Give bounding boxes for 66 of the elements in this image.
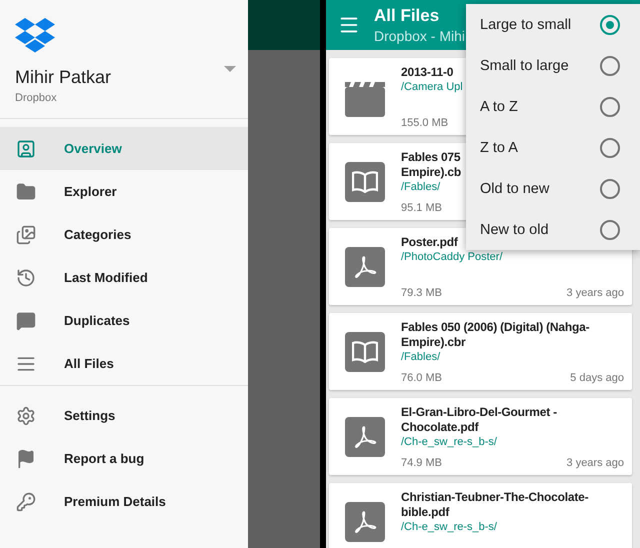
- file-size: 74.9 MB: [401, 457, 442, 469]
- file-card[interactable]: El-Gran-Libro-Del-Gourmet - Chocolate.pdf /Ch-e_sw_re-s_b-s/ 74.9 MB 3 years ago: [329, 398, 632, 475]
- box-logo-icon: [15, 18, 55, 54]
- images-icon: [16, 224, 36, 244]
- file-path: /Camera Upl: [401, 81, 463, 93]
- book-icon: [345, 332, 385, 372]
- document-icon: [345, 502, 385, 542]
- radio-button[interactable]: [600, 14, 620, 34]
- dropdown-caret-icon[interactable]: [224, 66, 236, 72]
- drawer-item[interactable]: Categories: [0, 213, 248, 256]
- file-path: /Ch-e_sw_re-s_b-s/: [401, 436, 497, 448]
- account-name: Mihir Patkar: [15, 66, 112, 88]
- sort-option-label: A to Z: [480, 98, 518, 114]
- sort-option-label: Old to new: [480, 180, 550, 196]
- file-card[interactable]: Christian-Teubner-The-Chocolate- bible.pdf /Ch-e_sw_re-s_b-s/: [329, 483, 632, 548]
- file-date: 5 days ago: [570, 372, 624, 384]
- file-path: /PhotoCaddy Poster/: [401, 251, 503, 263]
- document-icon: [345, 416, 385, 456]
- file-size: 155.0 MB: [401, 117, 448, 129]
- sort-option[interactable]: Old to new: [466, 168, 640, 209]
- file-size: 95.1 MB: [401, 202, 442, 214]
- file-path: /Ch-e_sw_re-s_b-s/: [401, 521, 497, 533]
- sort-option[interactable]: Small to large: [466, 45, 640, 86]
- sort-option[interactable]: A to Z: [466, 86, 640, 127]
- account-icon: [16, 138, 36, 158]
- file-name: Fables 050 (2006) (Digital) (Nahga- Empire).cbr: [401, 320, 590, 350]
- drawer-item[interactable]: Report a bug: [0, 437, 248, 480]
- file-name: Poster.pdf: [401, 235, 458, 250]
- drawer-item[interactable]: Explorer: [0, 170, 248, 213]
- file-date: 3 years ago: [566, 457, 624, 469]
- drawer-item[interactable]: All Files: [0, 342, 248, 385]
- settings-icon: [16, 406, 36, 426]
- file-name: El-Gran-Libro-Del-Gourmet - Chocolate.pdf: [401, 405, 557, 435]
- file-card[interactable]: Fables 050 (2006) (Digital) (Nahga- Empire).cbr /Fables/ 76.0 MB 5 days ago: [329, 313, 632, 390]
- file-size: 76.0 MB: [401, 372, 442, 384]
- file-name: Fables 075 Empire).cb: [401, 150, 462, 180]
- screen-subtitle: Dropbox - Mihi: [374, 28, 466, 44]
- file-date: 3 years ago: [566, 287, 624, 299]
- radio-button[interactable]: [600, 220, 620, 240]
- flag-icon: [16, 448, 36, 468]
- document-icon: [345, 246, 385, 286]
- history-icon: [16, 268, 36, 288]
- file-name: Christian-Teubner-The-Chocolate- bible.pdf: [401, 490, 588, 520]
- drawer-item[interactable]: Settings: [0, 394, 248, 437]
- folder-icon: [16, 182, 36, 202]
- radio-button[interactable]: [600, 56, 620, 76]
- screen-title: All Files: [374, 6, 440, 26]
- file-path: /Fables/: [401, 351, 440, 363]
- file-name: 2013-11-0: [401, 65, 454, 80]
- drawer-item[interactable]: Last Modified: [0, 256, 248, 299]
- book-icon: [345, 162, 385, 202]
- drawer-item[interactable]: Premium Details: [0, 480, 248, 523]
- file-size: 79.3 MB: [401, 287, 442, 299]
- radio-button[interactable]: [600, 138, 620, 158]
- chat-icon: [16, 310, 36, 330]
- key-icon: [16, 492, 36, 512]
- sort-option-label: Z to A: [480, 140, 518, 156]
- radio-button[interactable]: [600, 96, 620, 116]
- drawer-item[interactable]: Duplicates: [0, 299, 248, 342]
- sort-option-label: Small to large: [480, 58, 569, 74]
- sort-option-label: Large to small: [480, 16, 572, 32]
- account-service: Dropbox: [15, 92, 58, 104]
- radio-button[interactable]: [600, 178, 620, 198]
- sort-option[interactable]: Z to A: [466, 127, 640, 168]
- file-path: /Fables/: [401, 181, 440, 193]
- sort-option[interactable]: Large to small: [466, 4, 640, 45]
